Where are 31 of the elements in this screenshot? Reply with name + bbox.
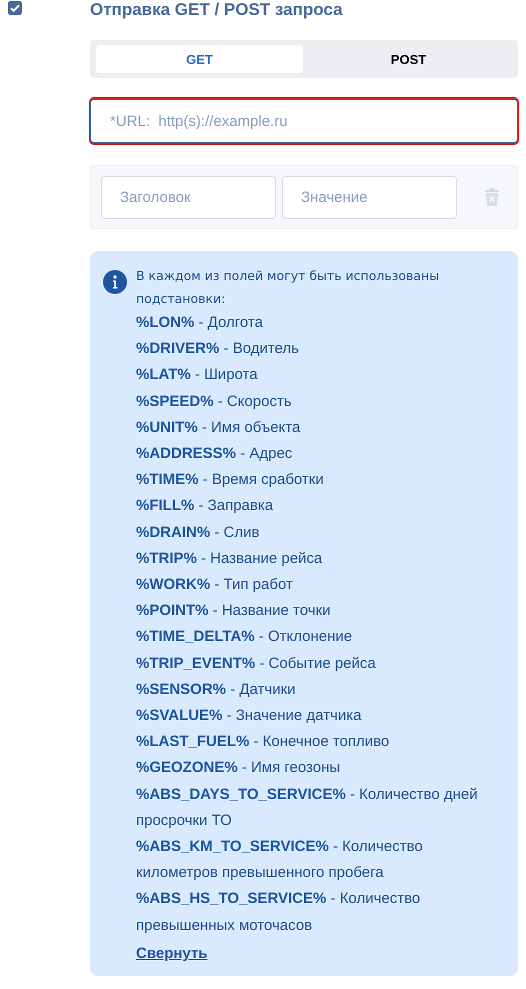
- header-name-field[interactable]: Заголовок: [101, 176, 276, 218]
- placeholder-description: %TRIP_EVENT% - Событие рейса: [136, 654, 377, 674]
- url-field[interactable]: *URL: http(s)://example.ru: [90, 99, 518, 143]
- placeholder-description: %LAT% - Широта: [136, 365, 259, 386]
- placeholder-description: %ABS_KM_TO_SERVICE% - Количество километров превышенного пробега: [136, 837, 424, 884]
- placeholder-description: %LON% - Долгота: [136, 313, 264, 333]
- placeholder-description: %POINT% - Название точки: [136, 601, 332, 622]
- placeholder-description: %FILL% - Заправка: [136, 496, 274, 516]
- placeholder-description: %SVALUE% - Значение датчика: [136, 706, 362, 726]
- collapse-link[interactable]: Свернуть: [136, 944, 208, 962]
- section-title: Отправка GET / POST запроса: [90, 0, 343, 20]
- info-text: В каждом из полей могут быть использованы подстановки:: [136, 267, 440, 308]
- checkbox[interactable]: [8, 1, 22, 15]
- placeholder-description: %WORK% - Тип работ: [136, 575, 294, 596]
- method-tab[interactable]: GET: [96, 45, 303, 73]
- placeholder-description: %ABS_HS_TO_SERVICE% - Количество превышенных моточасов: [136, 889, 422, 936]
- placeholder-description: %DRIVER% - Водитель: [136, 339, 300, 360]
- placeholder-description: %UNIT% - Имя объекта: [136, 418, 302, 438]
- header-value-field[interactable]: Значение: [282, 176, 457, 218]
- placeholder-description: %DRAIN% - Слив: [136, 522, 260, 543]
- method-tab[interactable]: POST: [305, 45, 512, 73]
- placeholder-description: %TIME_DELTA% - Отклонение: [136, 627, 354, 648]
- placeholder-description: %SPEED% - Скорость: [136, 392, 293, 412]
- placeholder-description: %TIME% - Время сработки: [136, 470, 325, 490]
- placeholder-description: %LAST_FUEL% - Конечное топливо: [136, 732, 390, 752]
- placeholder-description: %ADDRESS% - Адрес: [136, 444, 294, 464]
- info-icon: [103, 270, 127, 294]
- placeholder-description: %TRIP% - Название рейса: [136, 548, 324, 569]
- placeholder-description: %GEOZONE% - Имя геозоны: [136, 758, 342, 778]
- placeholder-description: %SENSOR% - Датчики: [136, 680, 297, 700]
- placeholder-description: %ABS_DAYS_TO_SERVICE% - Количество дней просрочки ТО: [136, 784, 479, 831]
